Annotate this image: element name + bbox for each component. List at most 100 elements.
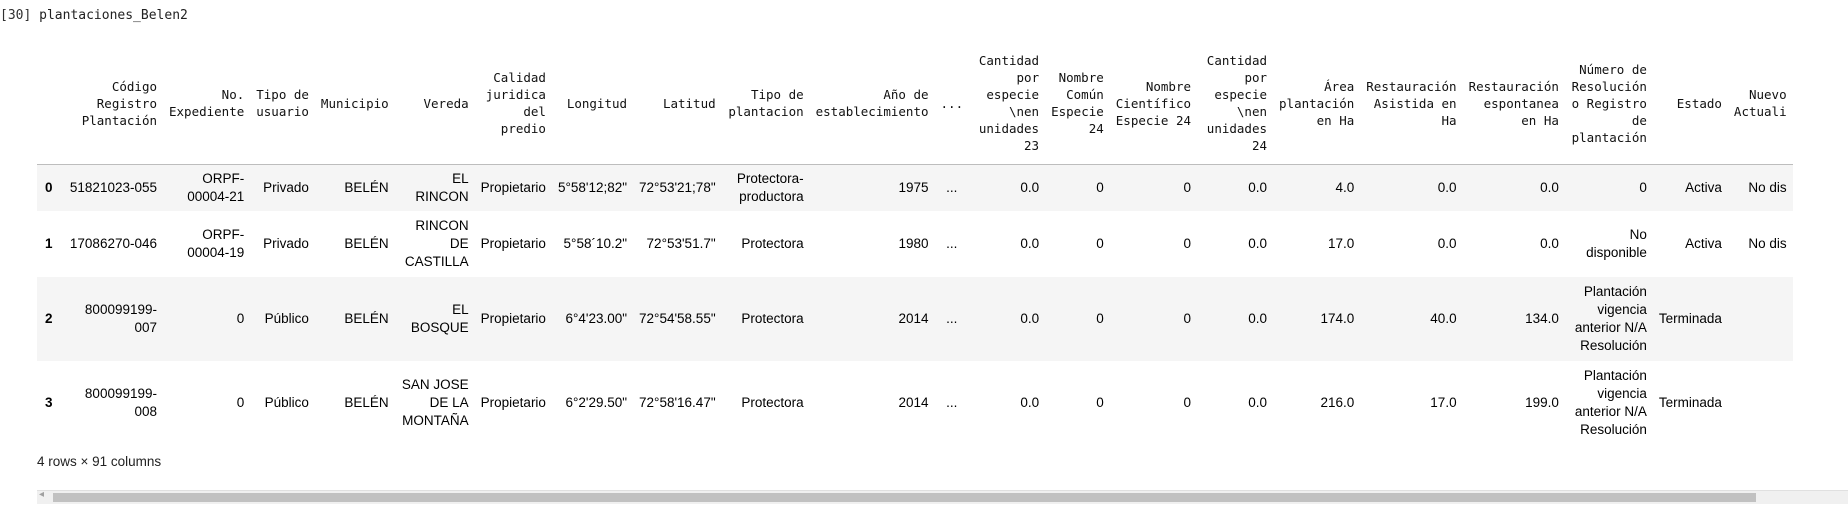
table-cell <box>1728 361 1793 445</box>
table-cell: Terminada <box>1652 277 1728 361</box>
column-header: Cantidad por especie \nen unidades 23 <box>969 42 1046 165</box>
table-cell: 5°58´10.2" <box>563 236 628 251</box>
table-cell: Privado <box>250 164 315 211</box>
table-cell: 134.0 <box>1462 277 1565 361</box>
table-cell: 6°2'29.50" <box>565 395 628 410</box>
column-header: Tipo de plantacion <box>721 42 810 165</box>
table-cell: Protectora <box>741 395 804 410</box>
table-body: 0 51821023-055 ORPF-00004-21 Privado BELÉN EL… <box>37 164 1793 446</box>
column-header: Calidad juridica del predio <box>474 42 552 165</box>
row-index: 1 <box>45 236 53 251</box>
table-cell: BELÉN <box>344 236 389 251</box>
column-header: Año de establecimiento <box>809 42 935 165</box>
table-cell: 2014 <box>809 277 935 361</box>
column-header: Código Registro Plantación <box>61 42 163 165</box>
table-cell: 6°4'23.00" <box>551 277 634 361</box>
table-cell: BELÉN <box>314 164 395 211</box>
table-cell: 800099199-007 <box>61 277 163 361</box>
row-index: 3 <box>45 395 53 410</box>
table-cell: Protectora-productora <box>721 164 810 211</box>
table-cell: 0 <box>1045 277 1110 361</box>
table-cell: 0.0 <box>1360 164 1463 211</box>
column-header: Estado <box>1652 42 1728 165</box>
table-cell: Protectora <box>721 277 810 361</box>
table-cell: 0.0 <box>1248 395 1268 410</box>
table-cell: 0.0 <box>1197 164 1274 211</box>
table-cell: No dis <box>1748 236 1787 251</box>
table-cell: 800099199-008 <box>84 386 157 419</box>
table-cell: Público <box>250 277 315 361</box>
table-cell: 0.0 <box>969 277 1046 361</box>
table-cell: 72°58'16.47" <box>639 395 716 410</box>
table-cell: 0.0 <box>1197 277 1274 361</box>
table-cell: Protectora <box>741 236 804 251</box>
table-cell: 0 <box>163 277 251 361</box>
table-cell: 0.0 <box>1540 236 1559 251</box>
table-cell: RINCON DE CASTILLA <box>404 218 469 269</box>
table-cell: 0 <box>1096 236 1104 251</box>
table-cell: EL BOSQUE <box>394 277 475 361</box>
table-cell: 174.0 <box>1273 277 1361 361</box>
column-header: Número de Resolución o Registro de plant… <box>1564 42 1653 165</box>
table-cell: Privado <box>263 236 309 251</box>
execution-count: [30] <box>0 8 32 23</box>
table-cell: 5°58'12;82" <box>551 164 634 211</box>
table-cell: 199.0 <box>1525 395 1559 410</box>
table-cell: 72°53'21;78" <box>633 164 722 211</box>
scroll-left-arrow-icon[interactable]: ◂ <box>39 489 44 500</box>
column-header: Nombre Científico Especie 24 <box>1109 42 1198 165</box>
column-header: Nombre Común Especie 24 <box>1045 42 1110 165</box>
table-cell: Propietario <box>480 236 546 251</box>
table-cell: 0.0 <box>1248 236 1268 251</box>
dataframe-table: Código Registro Plantación No. Expediente… <box>37 42 1793 445</box>
column-header: No. Expediente <box>163 42 251 165</box>
table-cell: 0.0 <box>1462 164 1565 211</box>
column-header: ... <box>934 42 970 165</box>
table-cell: 1975 <box>809 164 935 211</box>
table-cell: 0.0 <box>1020 236 1040 251</box>
scrollbar-thumb[interactable] <box>53 493 1756 502</box>
cell-code: plantaciones_Belen2 <box>39 8 188 23</box>
table-row: 3 800099199-008 0 Público BELÉN SAN JOSE DE L… <box>37 361 1793 445</box>
table-cell: ... <box>946 236 958 251</box>
table-cell <box>1727 277 1793 361</box>
table-cell: ORPF-00004-21 <box>163 164 251 211</box>
table-cell: 0 <box>1096 395 1104 410</box>
table-cell: 51821023-055 <box>61 164 163 211</box>
cell-prompt: [30] plantaciones_Belen2 <box>0 8 188 23</box>
table-cell: 216.0 <box>1320 395 1355 410</box>
table-cell: 0 <box>1564 164 1653 211</box>
table-row: 2 800099199-007 0 Público BELÉN EL BOSQUE Prop… <box>37 277 1793 361</box>
table-cell: 0.0 <box>1437 236 1457 251</box>
horizontal-scrollbar[interactable]: ◂ <box>37 489 1848 504</box>
table-cell: Terminada <box>1658 395 1722 410</box>
table-cell: 0 <box>1109 164 1198 211</box>
table-cell: 1980 <box>898 236 929 251</box>
table-cell: ORPF-00004-19 <box>187 227 245 260</box>
header-row: Código Registro Plantación No. Expediente… <box>37 42 1793 165</box>
column-header: Nuevo Actuali <box>1727 42 1793 165</box>
shape-summary: 4 rows × 91 columns <box>37 454 162 469</box>
column-header: Longitud <box>551 42 634 165</box>
index-header <box>37 42 61 165</box>
table-row: 1 17086270-046 ORPF-00004-19 Privado BELÉN RI… <box>37 211 1793 277</box>
dataframe-output: Código Registro Plantación No. Expediente… <box>37 42 1848 462</box>
column-header: Latitud <box>633 42 722 165</box>
table-cell: 17.0 <box>1430 395 1457 410</box>
row-index: 0 <box>37 164 61 211</box>
table-cell: 0 <box>1109 277 1198 361</box>
table-cell: 2014 <box>898 395 929 410</box>
row-index: 2 <box>37 277 61 361</box>
table-cell: BELÉN <box>344 395 389 410</box>
table-cell: 40.0 <box>1360 277 1463 361</box>
table-cell: Propietario <box>480 395 546 410</box>
table-cell: EL RINCON <box>394 164 475 211</box>
table-cell: 4.0 <box>1273 164 1361 211</box>
column-header: Restauración Asistida en Ha <box>1360 42 1463 165</box>
table-cell: 0 <box>1045 164 1110 211</box>
table-row: 0 51821023-055 ORPF-00004-21 Privado BELÉN EL… <box>37 164 1793 211</box>
table-cell: 0 <box>236 395 245 410</box>
column-header: Vereda <box>394 42 475 165</box>
table-cell: 17.0 <box>1327 236 1355 251</box>
table-cell: 72°54'58.55" <box>633 277 722 361</box>
